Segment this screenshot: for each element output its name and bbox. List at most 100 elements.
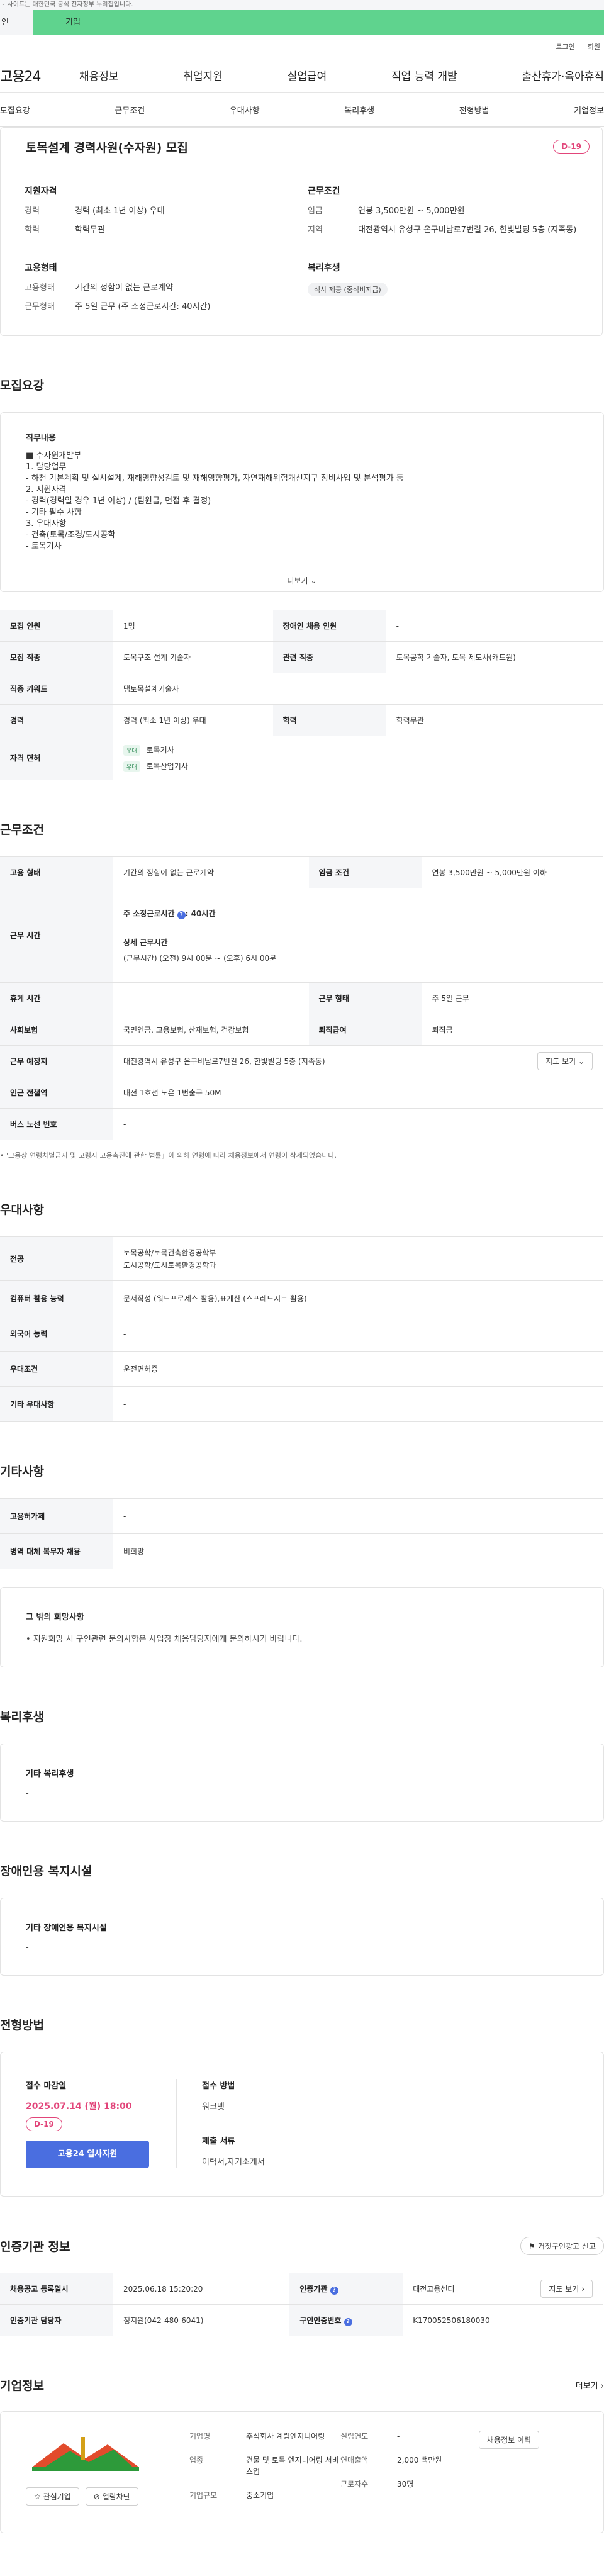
cell-value: 대전 1호선 노은 1번출구 50M — [113, 1077, 603, 1109]
corp-value: 30명 — [397, 2480, 414, 2489]
info-icon[interactable]: ? — [344, 2317, 352, 2326]
corp-section-title: 기업정보 — [0, 2379, 44, 2393]
disabled-section-title: 장애인용 복지시설 — [0, 1864, 92, 1878]
company-logo — [26, 2431, 145, 2481]
major-cell: 토목공학/토목건축환경공학부 도시공학/도시토목환경공학과 — [113, 1236, 603, 1281]
cell-value: 기간의 정함이 없는 근로계약 — [113, 856, 309, 888]
anchor-preferences[interactable]: 우대사항 — [230, 104, 260, 116]
welfare-heading: 기타 복리후생 — [26, 1769, 74, 1779]
cell-value: 퇴직금 — [422, 1014, 603, 1046]
license-name: 토목기사 — [146, 745, 174, 754]
table-row: 근무 예정지 대전광역시 유성구 온구비남로7번길 26, 한빛빌딩 5층 (지… — [0, 1045, 603, 1077]
duty-line: - 하천 기본계획 및 실시설계, 재해영향성검토 및 재해영향평가, 자연재해… — [26, 474, 404, 483]
org-map-button[interactable]: 지도 보기 › — [540, 2280, 593, 2298]
info-icon[interactable]: ? — [177, 910, 186, 919]
table-row: 모집 직종 토목구조 설계 기술자 관련 직종 토목공학 기술자, 토목 제도사… — [0, 641, 603, 673]
cell-key: 외국어 능력 — [0, 1316, 113, 1352]
anchor-recruit[interactable]: 모집요강 — [0, 104, 30, 116]
block-company-button[interactable]: ⊘ 열람차단 — [85, 2487, 138, 2506]
emp-value: 주 5일 근무 (주 소정근로시간: 40시간) — [75, 302, 211, 311]
hours-cell: 주 소정근로시간 ?: 40시간 상세 근무시간 (근무시간) (오전) 9시 … — [113, 888, 603, 983]
hours-value: : 40시간 — [185, 909, 216, 918]
info-icon[interactable]: ? — [330, 2286, 338, 2295]
table-row: 버스 노선 번호 - — [0, 1108, 603, 1140]
hours-detail-heading: 상세 근무시간 — [123, 938, 168, 947]
cell-value: 운전면허증 — [113, 1351, 603, 1387]
nav-training[interactable]: 직업 능력 개발 — [391, 67, 457, 83]
table-row: 직종 키워드 댐토목설계기술자 — [0, 673, 603, 705]
emp-value: 기간의 정함이 없는 근로계약 — [75, 283, 173, 293]
other-wish-box: 그 밖의 희망사항 • 지원희망 시 구인관련 문의사항은 사업장 채용담당자에… — [0, 1587, 604, 1667]
hours-detail: (근무시간) (오전) 9시 00분 ~ (오후) 6시 00분 — [123, 953, 277, 963]
nav-leave[interactable]: 출산휴가·육아휴직 — [522, 67, 604, 83]
corp-info: 기업명 주식회사 계림엔지니어링 업종 건물 및 토목 엔지니어링 서비스업 기업규… — [189, 2431, 540, 2514]
job-history-button[interactable]: 채용정보 이력 — [479, 2431, 540, 2449]
anchor-company[interactable]: 기업정보 — [574, 104, 604, 116]
method-value: 워크넷 — [202, 2102, 225, 2112]
other-section-title: 기타사항 — [0, 1465, 44, 1479]
org-value: 대전고용센터 — [413, 2285, 455, 2293]
corp-key: 기업명 — [189, 2432, 211, 2441]
nav-employment-support[interactable]: 취업지원 — [183, 67, 223, 83]
duty-more-button[interactable]: 더보기 ⌄ — [1, 569, 603, 591]
anchor-process[interactable]: 전형방법 — [459, 104, 489, 116]
map-view-button[interactable]: 지도 보기 ⌄ — [537, 1052, 593, 1070]
hours-main: 주 소정근로시간 — [123, 909, 175, 918]
fav-company-button[interactable]: ☆ 관심기업 — [26, 2487, 79, 2506]
table-row: 근무 시간 주 소정근로시간 ?: 40시간 상세 근무시간 (근무시간) (오… — [0, 888, 603, 983]
cell-key: 컴퓨터 활용 능력 — [0, 1280, 113, 1316]
job-summary-card: 토목설계 경력사원(수자원) 모집 D-19 지원자격 경력 경력 (최소 1년 … — [0, 127, 603, 336]
chevron-down-icon: ⌄ — [310, 576, 317, 585]
signup-link[interactable]: 회원 — [588, 42, 600, 52]
emp-key: 고용형태 — [25, 283, 55, 293]
bell-icon: ⚑ — [528, 2242, 536, 2251]
anchor-conditions[interactable]: 근무조건 — [115, 104, 145, 116]
cell-value: 문서작성 (워드프로세스 활용),표계산 (스프레드시트 활용) — [113, 1280, 603, 1316]
apply-button[interactable]: 고용24 입사지원 — [26, 2141, 149, 2168]
report-label: 거짓구인광고 신고 — [537, 2242, 596, 2251]
gov-notice-bar: ~ 사이트는 대한민국 공식 전자정부 누리집입니다. — [0, 0, 604, 10]
nav-unemployment[interactable]: 실업급여 — [288, 67, 327, 83]
pref-badge: 우대 — [123, 744, 140, 756]
duty-line: 3. 우대사항 — [26, 519, 67, 529]
anchor-welfare[interactable]: 복리후생 — [344, 104, 374, 116]
cell-value: - — [113, 1316, 603, 1352]
tab-business[interactable]: 기업 — [33, 10, 604, 35]
cell-key: 직종 키워드 — [0, 673, 113, 705]
cell-value: 2025.06.18 15:20:20 — [113, 2273, 290, 2305]
table-row: 외국어 능력 - — [0, 1316, 603, 1352]
cell-key: 학력 — [272, 704, 386, 736]
cert-head: 인증기관 정보 ⚑ 거짓구인광고 신고 — [0, 2237, 604, 2255]
docs-heading: 제출 서류 — [202, 2137, 235, 2146]
duty-box: 직무내용 ■ 수자원개발부 1. 담당업무 - 하천 기본계획 및 실시설계, … — [0, 412, 604, 592]
table-row: 사회보험 국민연금, 고용보험, 산재보험, 건강보험 퇴직급여 퇴직금 — [0, 1014, 603, 1046]
report-false-ad-button[interactable]: ⚑ 거짓구인광고 신고 — [520, 2237, 604, 2255]
cell-key: 인근 전철역 — [0, 1077, 113, 1109]
cell-key: 병역 대체 복무자 채용 — [0, 1533, 113, 1569]
pref-section-title: 우대사항 — [0, 1203, 44, 1217]
cert-table: 채용공고 등록일시 2025.06.18 15:20:20 인증기관 ? 대전고… — [0, 2273, 603, 2336]
process-box: 접수 마감일 2025.07.14 (월) 18:00 D-19 고용24 입사… — [0, 2052, 604, 2197]
nav-jobs[interactable]: 채용정보 — [79, 67, 119, 83]
table-row: 인증기관 담당자 정지원(042-480-6041) 구인인증번호 ? K170… — [0, 2304, 603, 2336]
cell-value: - — [113, 1386, 603, 1422]
corp-more-link[interactable]: 더보기 › — [576, 2379, 604, 2391]
chevron-down-icon: ⌄ — [578, 1057, 584, 1066]
corp-head: 기업정보 더보기 › — [0, 2377, 604, 2394]
cell-value: - — [113, 1498, 603, 1534]
table-row: 채용공고 등록일시 2025.06.18 15:20:20 인증기관 ? 대전고… — [0, 2273, 603, 2305]
recruit-section-title: 모집요강 — [0, 379, 44, 393]
fav-label: 관심기업 — [43, 2492, 71, 2501]
recruit-table: 모집 인원 1명 장애인 채용 인원 - 모집 직종 토목구조 설계 기술자 관… — [0, 610, 603, 780]
cell-value: 주 5일 근무 — [422, 982, 603, 1014]
login-link[interactable]: 로그인 — [556, 42, 574, 52]
cell-key: 고용허가제 — [0, 1498, 113, 1534]
cell-key: 버스 노선 번호 — [0, 1108, 113, 1140]
corp-value: 2,000 백만원 — [397, 2456, 442, 2465]
site-logo[interactable]: 고용24 — [0, 65, 79, 86]
cond-key: 임금 — [308, 206, 323, 216]
tab-individual[interactable]: 인 — [0, 10, 33, 35]
welfare-tag: 식사 제공 (중식비지급) — [308, 283, 388, 296]
duty-line: - 건축(토목/조경/도시공학 — [26, 530, 116, 540]
work-table: 고용 형태 기간의 정함이 없는 근로계약 임금 조건 연봉 3,500만원 ~… — [0, 856, 603, 1140]
